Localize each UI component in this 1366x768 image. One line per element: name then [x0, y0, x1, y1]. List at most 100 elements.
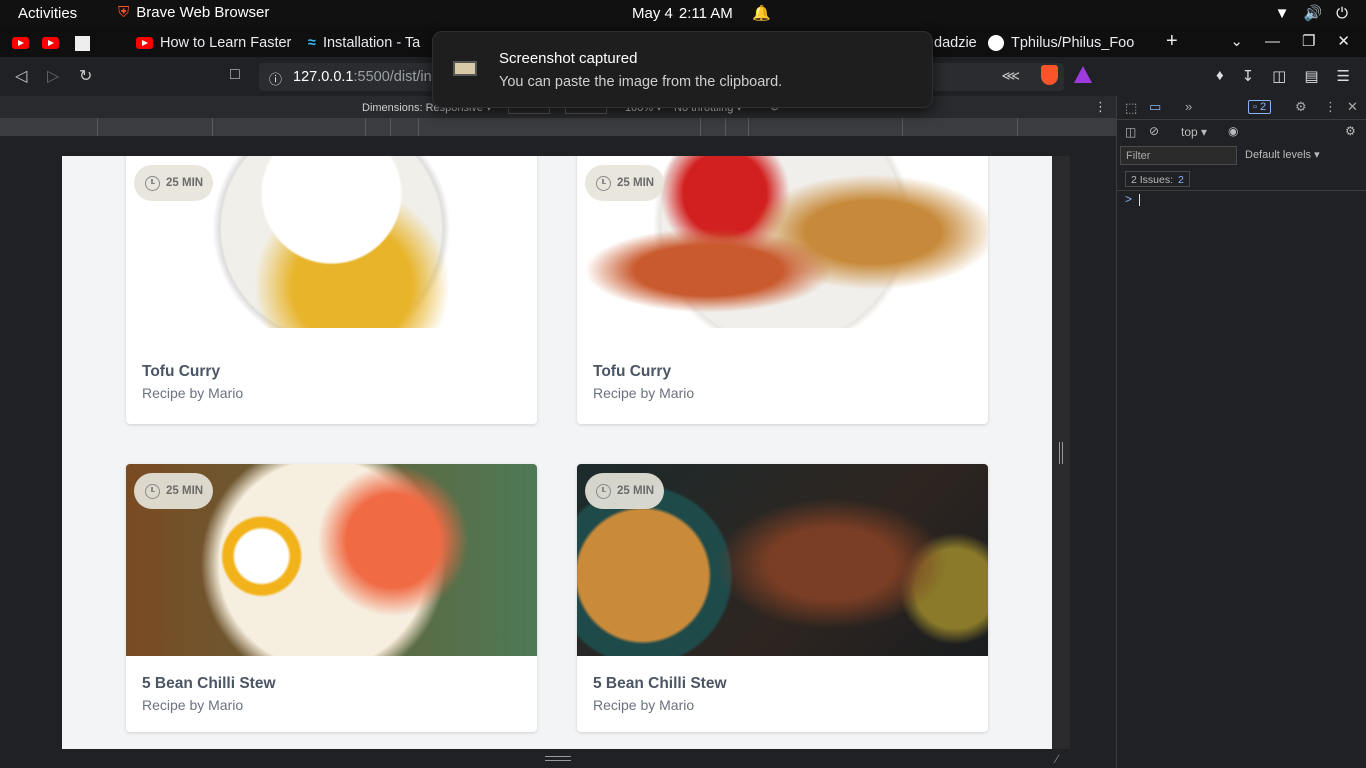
time-badge: 25 MIN [134, 165, 214, 201]
youtube-icon [12, 37, 29, 49]
forward-icon[interactable]: ▷ [47, 66, 59, 86]
tab-label: Tphilus/Philus_Foo [1011, 35, 1135, 51]
time-badge: 25 MIN [585, 165, 665, 201]
app-name: Brave Web Browser [136, 4, 270, 21]
clock-icon [596, 483, 611, 499]
settings-icon[interactable]: ⚙ [1295, 99, 1307, 115]
share-icon[interactable]: ⋘ [1002, 68, 1021, 84]
notification-body: You can paste the image from the clipboa… [499, 74, 783, 90]
tab-dadzie[interactable]: dadzie [934, 30, 980, 56]
console-toolbar: ◫ ⊘ top ▾ ◉ ⚙ [1117, 120, 1366, 144]
reload-icon[interactable]: ↻ [79, 66, 92, 86]
window-controls: ⌄ — ❐ ✕ [1230, 32, 1350, 51]
url-host: 127.0.0.1 [293, 69, 354, 85]
inspect-icon[interactable]: ⬚ [1125, 100, 1137, 116]
page-content: 25 MIN Tofu Curry Recipe by Mario 25 MIN… [62, 156, 1052, 749]
recipe-title: Tofu Curry [593, 363, 672, 380]
tab-how-to-learn[interactable]: How to Learn Faster [136, 30, 294, 56]
recipe-card[interactable]: 25 MIN Tofu Curry Recipe by Mario [126, 156, 537, 424]
issues-count: 2 [1178, 174, 1184, 186]
eye-icon[interactable]: ◉ [1228, 124, 1238, 138]
resize-corner-icon[interactable]: ∕ [1056, 752, 1058, 766]
recipe-author: Recipe by Mario [593, 697, 695, 713]
download-icon[interactable]: ↧ [1242, 67, 1255, 85]
recipe-author: Recipe by Mario [142, 697, 244, 713]
menu-icon[interactable]: ☰ [1337, 67, 1350, 85]
responsive-viewport: 25 MIN Tofu Curry Recipe by Mario 25 MIN… [0, 136, 1116, 768]
time-badge-label: 25 MIN [166, 177, 204, 189]
recipe-card[interactable]: 25 MIN Tofu Curry Recipe by Mario [577, 156, 988, 424]
tailwind-icon: ≈ [308, 35, 316, 51]
url-path: :5500/dist/in [353, 69, 432, 85]
devtools-tabbar: ⬚ ▭ » ▫ 2 ⚙ ⋮ ✕ [1117, 96, 1366, 120]
bell-icon[interactable]: 🔔 [752, 4, 771, 22]
resize-handle-right[interactable] [1059, 442, 1063, 464]
clock-icon [596, 175, 611, 191]
minimize-icon[interactable]: — [1265, 33, 1280, 50]
recipe-card[interactable]: 25 MIN 5 Bean Chilli Stew Recipe by Mari… [126, 464, 537, 732]
tab-github[interactable]: Tphilus/Philus_Foo [988, 30, 1148, 56]
divider [1117, 190, 1366, 191]
time-badge: 25 MIN [134, 473, 214, 509]
activities-button[interactable]: Activities [18, 5, 77, 22]
power-icon: ⏻ [1336, 4, 1348, 22]
system-tray[interactable]: ▼ 🔊 ⏻ [1274, 4, 1348, 23]
recipe-card[interactable]: 25 MIN 5 Bean Chilli Stew Recipe by Mari… [577, 464, 988, 732]
log-levels-select[interactable]: Default levels ▾ [1245, 148, 1320, 161]
app-menu[interactable]: ⛨ Brave Web Browser [118, 4, 269, 21]
context-select[interactable]: top ▾ [1181, 125, 1207, 139]
console-settings-icon[interactable]: ⚙ [1345, 124, 1356, 138]
pinned-tab-page[interactable] [75, 30, 90, 56]
youtube-icon [42, 37, 59, 49]
maximize-icon[interactable]: ❐ [1302, 32, 1315, 50]
time-badge-label: 25 MIN [617, 177, 655, 189]
clock[interactable]: May 4 2:11 AM [632, 5, 733, 22]
screenshot-notification[interactable]: Screenshot captured You can paste the im… [432, 31, 933, 108]
new-tab-button[interactable]: + [1166, 30, 1178, 53]
sidebar-toggle-icon[interactable]: ◫ [1125, 125, 1136, 139]
time-badge-label: 25 MIN [617, 485, 655, 497]
time-badge-label: 25 MIN [166, 485, 204, 497]
recipe-title: 5 Bean Chilli Stew [593, 675, 727, 692]
wifi-icon: ▼ [1274, 4, 1290, 22]
sidebar-icon[interactable]: ◫ [1272, 67, 1286, 85]
recipe-title: Tofu Curry [142, 363, 221, 380]
tab-installation[interactable]: ≈ Installation - Ta [308, 30, 436, 56]
resize-handle-bottom[interactable] [545, 756, 571, 761]
info-icon: ⓘ [269, 72, 283, 87]
more-options-icon[interactable]: ⋮ [1094, 99, 1107, 115]
recipe-author: Recipe by Mario [593, 385, 695, 401]
console-filter-input[interactable]: Filter [1120, 146, 1237, 165]
issues-badge[interactable]: ▫ 2 [1248, 100, 1272, 114]
device-toggle-icon[interactable]: ▭ [1149, 99, 1161, 115]
pinned-tab-youtube-2[interactable] [42, 30, 59, 56]
clock-icon [145, 175, 160, 191]
clock-date: May 4 [632, 5, 673, 22]
close-devtools-icon[interactable]: ✕ [1347, 99, 1358, 115]
brave-rewards-icon[interactable] [1074, 66, 1092, 83]
clock-time: 2:11 AM [678, 5, 733, 22]
devtools-panel: ⬚ ▭ » ▫ 2 ⚙ ⋮ ✕ ◫ ⊘ top ▾ ◉ ⚙ Filter Def… [1116, 96, 1366, 768]
brave-icon: ⛨ [118, 4, 130, 21]
clear-console-icon[interactable]: ⊘ [1149, 124, 1159, 138]
issues-link[interactable]: 2 Issues: 2 [1125, 171, 1190, 187]
bookmark-icon[interactable]: □ [230, 66, 240, 84]
more-tabs-icon[interactable]: » [1185, 99, 1192, 114]
back-icon[interactable]: ◁ [15, 66, 27, 86]
volume-icon: 🔊 [1303, 5, 1323, 22]
wallet-icon[interactable]: ▤ [1304, 67, 1318, 85]
youtube-icon [136, 37, 153, 49]
page-icon [75, 35, 90, 51]
recipe-author: Recipe by Mario [142, 385, 244, 401]
close-icon[interactable]: ✕ [1337, 32, 1350, 50]
pinned-tab-youtube-1[interactable] [12, 30, 29, 56]
chevron-down-icon[interactable]: ⌄ [1230, 32, 1243, 50]
extensions-icon[interactable]: ♦ [1216, 67, 1224, 85]
toolbar-right-icons: ♦ ↧ ◫ ▤ ☰ [1216, 67, 1350, 85]
media-query-ruler[interactable] [0, 118, 1116, 136]
brave-shield-icon[interactable] [1041, 65, 1058, 85]
time-badge: 25 MIN [585, 473, 665, 509]
kebab-menu-icon[interactable]: ⋮ [1324, 99, 1337, 115]
tab-label: How to Learn Faster [160, 35, 292, 51]
console-input-cursor[interactable] [1139, 194, 1140, 206]
